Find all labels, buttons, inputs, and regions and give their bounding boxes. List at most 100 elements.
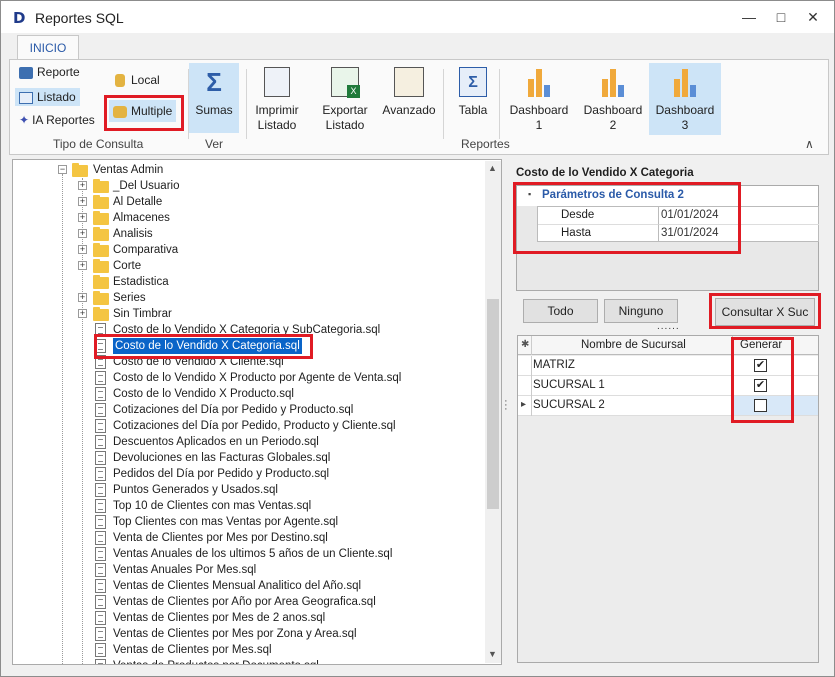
column-generar[interactable]: Generar — [740, 336, 782, 354]
tree-file-item[interactable]: Descuentos Aplicados en un Periodo.sql — [113, 434, 319, 450]
consultar-x-suc-button[interactable]: Consultar X Suc — [715, 298, 815, 326]
collapse-params-icon[interactable]: ▪ — [528, 189, 531, 199]
tree-file-item[interactable]: Costo de lo Vendido X Categoria y SubCat… — [113, 322, 380, 338]
tree-file-item[interactable]: Ventas de Clientes por Mes de 2 anos.sql — [113, 610, 325, 626]
scroll-up-arrow-icon[interactable]: ▲ — [488, 163, 497, 173]
sucursal-row[interactable]: MATRIZ ✔ — [518, 356, 818, 376]
sql-file-icon — [95, 387, 106, 401]
params-header: Parámetros de Consulta 2 — [542, 189, 684, 201]
sql-file-icon — [95, 499, 106, 513]
tab-inicio[interactable]: INICIO — [17, 35, 79, 61]
exportar-listado-button[interactable]: X Exportar Listado — [317, 63, 373, 137]
report-tree: − Ventas Admin + _Del Usuario + Al Detall… — [12, 159, 502, 665]
expand-toggle[interactable]: + — [78, 245, 87, 254]
close-button[interactable]: ✕ — [798, 5, 828, 29]
collapse-ribbon-button[interactable]: ∧ — [805, 137, 814, 151]
tree-file-item[interactable]: Ventas de Clientes Mensual Analitico del… — [113, 578, 361, 594]
maximize-button[interactable]: □ — [766, 5, 796, 29]
tree-file-item[interactable]: Ventas de Clientes por Año por Area Geog… — [113, 594, 376, 610]
expand-toggle[interactable]: + — [78, 261, 87, 270]
folder-icon — [93, 227, 109, 241]
tree-file-item[interactable]: Cotizaciones del Día por Pedido, Product… — [113, 418, 396, 434]
tree-file-item[interactable]: Pedidos del Día por Pedido y Producto.sq… — [113, 466, 329, 482]
tree-file-item[interactable]: Venta de Clientes por Mes por Destino.sq… — [113, 530, 328, 546]
listado-button[interactable]: Listado — [15, 88, 80, 106]
multiple-button[interactable]: Multiple — [109, 100, 177, 122]
expand-toggle[interactable]: + — [78, 229, 87, 238]
param-desde-field[interactable]: 01/01/2024 — [659, 207, 819, 225]
todo-button[interactable]: Todo — [523, 299, 598, 323]
tree-folder-item[interactable]: Sin Timbrar — [113, 306, 172, 322]
tree-root-ventas-admin[interactable]: Ventas Admin — [93, 162, 163, 178]
ia-reportes-button[interactable]: ✦ IA Reportes — [19, 113, 95, 127]
sigma-icon: Σ — [206, 67, 222, 97]
column-nombre-sucursal[interactable]: Nombre de Sucursal — [581, 336, 686, 354]
sucursal-row[interactable]: SUCURSAL 1 ✔ — [518, 376, 818, 396]
avanzado-button[interactable]: Avanzado — [381, 63, 437, 137]
generar-checkbox[interactable] — [754, 399, 767, 412]
splitter-grip-icon[interactable]: ...... — [657, 321, 680, 332]
tree-file-item[interactable]: Top Clientes con mas Ventas por Agente.s… — [113, 514, 338, 530]
param-hasta-field[interactable]: 31/01/2024 — [659, 225, 819, 242]
tree-folder-item[interactable]: _Del Usuario — [113, 178, 179, 194]
grid-divider — [732, 336, 733, 355]
folder-icon — [93, 195, 109, 209]
tree-folder-item[interactable]: Analisis — [113, 226, 153, 242]
sql-file-icon — [95, 355, 106, 369]
tree-file-item[interactable]: Puntos Generados y Usados.sql — [113, 482, 278, 498]
tabla-button[interactable]: Σ Tabla — [451, 63, 495, 137]
tree-file-item-selected[interactable]: Costo de lo Vendido X Categoria.sql — [112, 337, 303, 355]
sql-file-icon — [95, 339, 106, 353]
imprimir-listado-button[interactable]: Imprimir Listado — [249, 63, 305, 137]
sql-file-icon — [95, 579, 106, 593]
tree-file-item[interactable]: Costo de lo Vendido X Cliente.sql — [113, 354, 284, 370]
tree-file-item[interactable]: Ventas de Productos por Documento.sql — [113, 658, 319, 664]
tree-folder-item[interactable]: Al Detalle — [113, 194, 162, 210]
scrollbar-thumb[interactable] — [487, 299, 499, 509]
dashboard-3-button[interactable]: Dashboard 3 — [649, 63, 721, 135]
dashboard-2-button[interactable]: Dashboard 2 — [579, 63, 647, 137]
tree-file-item[interactable]: Ventas Anuales Por Mes.sql — [113, 562, 256, 578]
tree-folder-item[interactable]: Almacenes — [113, 210, 170, 226]
tree-file-item[interactable]: Ventas Anuales de los ultimos 5 años de … — [113, 546, 392, 562]
minimize-button[interactable]: — — [734, 5, 764, 29]
splitter-grip-icon[interactable]: · · · — [504, 396, 508, 415]
sucursal-row[interactable]: ▸ SUCURSAL 2 — [518, 396, 818, 416]
generar-checkbox[interactable]: ✔ — [754, 379, 767, 392]
dashboard-1-button[interactable]: Dashboard 1 — [505, 63, 573, 137]
reporte-button[interactable]: Reporte — [19, 65, 80, 79]
generar-cell — [732, 376, 818, 395]
tree-file-item[interactable]: Ventas de Clientes por Mes.sql — [113, 642, 272, 658]
bar-chart-icon — [670, 67, 700, 97]
expand-toggle[interactable]: + — [78, 197, 87, 206]
tree-folder-item[interactable]: Estadistica — [113, 274, 169, 290]
sumas-button[interactable]: Σ Sumas — [189, 63, 239, 133]
tree-folder-item[interactable]: Corte — [113, 258, 141, 274]
group-label-ver: Ver — [205, 137, 224, 151]
tree-file-item[interactable]: Costo de lo Vendido X Producto por Agent… — [113, 370, 401, 386]
tree-file-item[interactable]: Cotizaciones del Día por Pedido y Produc… — [113, 402, 353, 418]
ninguno-button[interactable]: Ninguno — [604, 299, 678, 323]
tree-file-item[interactable]: Devoluciones en las Facturas Globales.sq… — [113, 450, 330, 466]
multiple-database-icon — [113, 105, 127, 118]
tree-folder-item[interactable]: Comparativa — [113, 242, 178, 258]
generar-checkbox[interactable]: ✔ — [754, 359, 767, 372]
tree-folder-item[interactable]: Series — [113, 290, 146, 306]
expand-toggle[interactable]: + — [78, 293, 87, 302]
dashboard-3-label: Dashboard 3 — [655, 103, 715, 132]
table-sigma-icon: Σ — [459, 67, 487, 97]
sql-file-icon — [95, 547, 106, 561]
expand-toggle[interactable]: + — [78, 309, 87, 318]
expand-toggle[interactable]: + — [78, 213, 87, 222]
tree-file-item[interactable]: Costo de lo Vendido X Producto.sql — [113, 386, 294, 402]
dashboard-2-label: Dashboard 2 — [583, 103, 643, 132]
group-label-tipo-consulta: Tipo de Consulta — [53, 137, 144, 151]
folder-icon — [93, 275, 109, 289]
collapse-toggle[interactable]: − — [58, 165, 67, 174]
tree-file-item[interactable]: Top 10 de Clientes con mas Ventas.sql — [113, 498, 311, 514]
local-button[interactable]: Local — [115, 73, 160, 88]
tree-file-item[interactable]: Ventas de Clientes por Mes por Zona y Ar… — [113, 626, 357, 642]
scroll-down-arrow-icon[interactable]: ▼ — [488, 649, 497, 659]
param-hasta-value: 31/01/2024 — [661, 227, 719, 239]
expand-toggle[interactable]: + — [78, 181, 87, 190]
